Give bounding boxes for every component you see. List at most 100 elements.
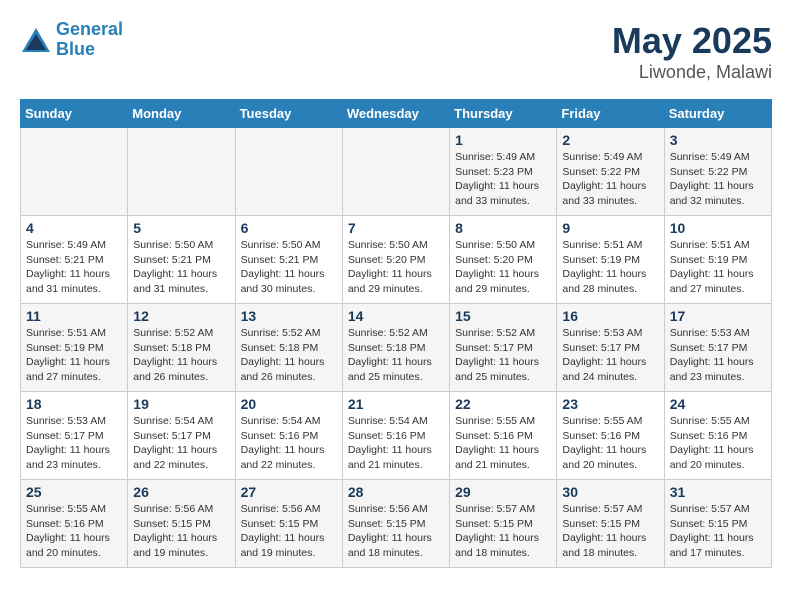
calendar-cell: 29 Sunrise: 5:57 AM Sunset: 5:15 PM Dayli…: [450, 480, 557, 568]
day-number: 4: [26, 220, 122, 236]
calendar-body: 1Sunrise: 5:49 AM Sunset: 5:23 PM Daylig…: [21, 128, 772, 568]
calendar-cell: 19 Sunrise: 5:54 AM Sunset: 5:17 PM Dayli…: [128, 392, 235, 480]
calendar-cell: [235, 128, 342, 216]
day-info: Sunrise: 5:49 AM Sunset: 5:23 PM Dayligh…: [455, 150, 551, 209]
calendar-cell: [342, 128, 449, 216]
day-number: 28: [348, 484, 444, 500]
calendar-cell: 5Sunrise: 5:50 AM Sunset: 5:21 PM Daylig…: [128, 216, 235, 304]
day-number: 22: [455, 396, 551, 412]
day-info: Sunrise: 5:50 AM Sunset: 5:21 PM Dayligh…: [241, 238, 337, 297]
calendar-cell: 21 Sunrise: 5:54 AM Sunset: 5:16 PM Dayli…: [342, 392, 449, 480]
day-number: 24: [670, 396, 766, 412]
day-info: Sunrise: 5:54 AM Sunset: 5:17 PM Dayligh…: [133, 414, 229, 473]
day-number: 18: [26, 396, 122, 412]
day-info: Sunrise: 5:56 AM Sunset: 5:15 PM Dayligh…: [241, 502, 337, 561]
day-number: 23: [562, 396, 658, 412]
calendar-cell: 12 Sunrise: 5:52 AM Sunset: 5:18 PM Dayli…: [128, 304, 235, 392]
calendar-cell: 2 Sunrise: 5:49 AM Sunset: 5:22 PM Daylig…: [557, 128, 664, 216]
day-number: 31: [670, 484, 766, 500]
day-number: 13: [241, 308, 337, 324]
calendar-cell: 25Sunrise: 5:55 AM Sunset: 5:16 PM Dayli…: [21, 480, 128, 568]
calendar-table: SundayMondayTuesdayWednesdayThursdayFrid…: [20, 99, 772, 568]
day-number: 8: [455, 220, 551, 236]
day-number: 27: [241, 484, 337, 500]
calendar-cell: 3 Sunrise: 5:49 AM Sunset: 5:22 PM Daylig…: [664, 128, 771, 216]
calendar-cell: 18Sunrise: 5:53 AM Sunset: 5:17 PM Dayli…: [21, 392, 128, 480]
day-info: Sunrise: 5:54 AM Sunset: 5:16 PM Dayligh…: [241, 414, 337, 473]
day-info: Sunrise: 5:51 AM Sunset: 5:19 PM Dayligh…: [670, 238, 766, 297]
day-info: Sunrise: 5:52 AM Sunset: 5:18 PM Dayligh…: [348, 326, 444, 385]
day-number: 17: [670, 308, 766, 324]
day-number: 11: [26, 308, 122, 324]
calendar-cell: 6 Sunrise: 5:50 AM Sunset: 5:21 PM Daylig…: [235, 216, 342, 304]
calendar-cell: 24 Sunrise: 5:55 AM Sunset: 5:16 PM Dayli…: [664, 392, 771, 480]
calendar-week-row: 1Sunrise: 5:49 AM Sunset: 5:23 PM Daylig…: [21, 128, 772, 216]
calendar-cell: 17 Sunrise: 5:53 AM Sunset: 5:17 PM Dayli…: [664, 304, 771, 392]
calendar-cell: 30Sunrise: 5:57 AM Sunset: 5:15 PM Dayli…: [557, 480, 664, 568]
day-info: Sunrise: 5:49 AM Sunset: 5:22 PM Dayligh…: [562, 150, 658, 209]
day-number: 29: [455, 484, 551, 500]
weekday-row: SundayMondayTuesdayWednesdayThursdayFrid…: [21, 100, 772, 128]
day-info: Sunrise: 5:49 AM Sunset: 5:21 PM Dayligh…: [26, 238, 122, 297]
calendar-cell: 14 Sunrise: 5:52 AM Sunset: 5:18 PM Dayli…: [342, 304, 449, 392]
day-number: 9: [562, 220, 658, 236]
day-number: 14: [348, 308, 444, 324]
calendar-week-row: 25Sunrise: 5:55 AM Sunset: 5:16 PM Dayli…: [21, 480, 772, 568]
calendar-cell: 1Sunrise: 5:49 AM Sunset: 5:23 PM Daylig…: [450, 128, 557, 216]
weekday-header: Friday: [557, 100, 664, 128]
page-header: General Blue May 2025 Liwonde, Malawi: [20, 20, 772, 83]
day-number: 15: [455, 308, 551, 324]
calendar-cell: [21, 128, 128, 216]
weekday-header: Thursday: [450, 100, 557, 128]
location-title: Liwonde, Malawi: [612, 62, 772, 83]
day-number: 6: [241, 220, 337, 236]
day-info: Sunrise: 5:55 AM Sunset: 5:16 PM Dayligh…: [26, 502, 122, 561]
day-info: Sunrise: 5:51 AM Sunset: 5:19 PM Dayligh…: [26, 326, 122, 385]
day-info: Sunrise: 5:50 AM Sunset: 5:20 PM Dayligh…: [348, 238, 444, 297]
day-number: 3: [670, 132, 766, 148]
day-info: Sunrise: 5:50 AM Sunset: 5:20 PM Dayligh…: [455, 238, 551, 297]
day-info: Sunrise: 5:53 AM Sunset: 5:17 PM Dayligh…: [562, 326, 658, 385]
day-info: Sunrise: 5:57 AM Sunset: 5:15 PM Dayligh…: [455, 502, 551, 561]
day-info: Sunrise: 5:55 AM Sunset: 5:16 PM Dayligh…: [455, 414, 551, 473]
logo: General Blue: [20, 20, 123, 60]
calendar-cell: 26Sunrise: 5:56 AM Sunset: 5:15 PM Dayli…: [128, 480, 235, 568]
weekday-header: Tuesday: [235, 100, 342, 128]
calendar-cell: 10 Sunrise: 5:51 AM Sunset: 5:19 PM Dayli…: [664, 216, 771, 304]
day-number: 20: [241, 396, 337, 412]
calendar-cell: 4 Sunrise: 5:49 AM Sunset: 5:21 PM Daylig…: [21, 216, 128, 304]
calendar-cell: 11 Sunrise: 5:51 AM Sunset: 5:19 PM Dayli…: [21, 304, 128, 392]
day-info: Sunrise: 5:49 AM Sunset: 5:22 PM Dayligh…: [670, 150, 766, 209]
calendar-week-row: 18Sunrise: 5:53 AM Sunset: 5:17 PM Dayli…: [21, 392, 772, 480]
day-number: 10: [670, 220, 766, 236]
calendar-cell: 15 Sunrise: 5:52 AM Sunset: 5:17 PM Dayli…: [450, 304, 557, 392]
calendar-cell: 27 Sunrise: 5:56 AM Sunset: 5:15 PM Dayli…: [235, 480, 342, 568]
day-info: Sunrise: 5:54 AM Sunset: 5:16 PM Dayligh…: [348, 414, 444, 473]
day-info: Sunrise: 5:57 AM Sunset: 5:15 PM Dayligh…: [562, 502, 658, 561]
day-info: Sunrise: 5:52 AM Sunset: 5:18 PM Dayligh…: [241, 326, 337, 385]
calendar-cell: 22 Sunrise: 5:55 AM Sunset: 5:16 PM Dayli…: [450, 392, 557, 480]
day-info: Sunrise: 5:53 AM Sunset: 5:17 PM Dayligh…: [670, 326, 766, 385]
month-title: May 2025: [612, 20, 772, 62]
day-number: 26: [133, 484, 229, 500]
calendar-cell: [128, 128, 235, 216]
weekday-header: Monday: [128, 100, 235, 128]
day-number: 19: [133, 396, 229, 412]
calendar-cell: 7 Sunrise: 5:50 AM Sunset: 5:20 PM Daylig…: [342, 216, 449, 304]
calendar-cell: 23 Sunrise: 5:55 AM Sunset: 5:16 PM Dayli…: [557, 392, 664, 480]
calendar-cell: 28Sunrise: 5:56 AM Sunset: 5:15 PM Dayli…: [342, 480, 449, 568]
calendar-week-row: 4 Sunrise: 5:49 AM Sunset: 5:21 PM Daylig…: [21, 216, 772, 304]
day-number: 16: [562, 308, 658, 324]
day-info: Sunrise: 5:52 AM Sunset: 5:18 PM Dayligh…: [133, 326, 229, 385]
day-info: Sunrise: 5:52 AM Sunset: 5:17 PM Dayligh…: [455, 326, 551, 385]
day-number: 2: [562, 132, 658, 148]
day-number: 7: [348, 220, 444, 236]
day-info: Sunrise: 5:55 AM Sunset: 5:16 PM Dayligh…: [562, 414, 658, 473]
calendar-cell: 20 Sunrise: 5:54 AM Sunset: 5:16 PM Dayli…: [235, 392, 342, 480]
day-info: Sunrise: 5:51 AM Sunset: 5:19 PM Dayligh…: [562, 238, 658, 297]
calendar-cell: 8 Sunrise: 5:50 AM Sunset: 5:20 PM Daylig…: [450, 216, 557, 304]
day-info: Sunrise: 5:55 AM Sunset: 5:16 PM Dayligh…: [670, 414, 766, 473]
calendar-week-row: 11 Sunrise: 5:51 AM Sunset: 5:19 PM Dayli…: [21, 304, 772, 392]
day-number: 21: [348, 396, 444, 412]
day-number: 12: [133, 308, 229, 324]
